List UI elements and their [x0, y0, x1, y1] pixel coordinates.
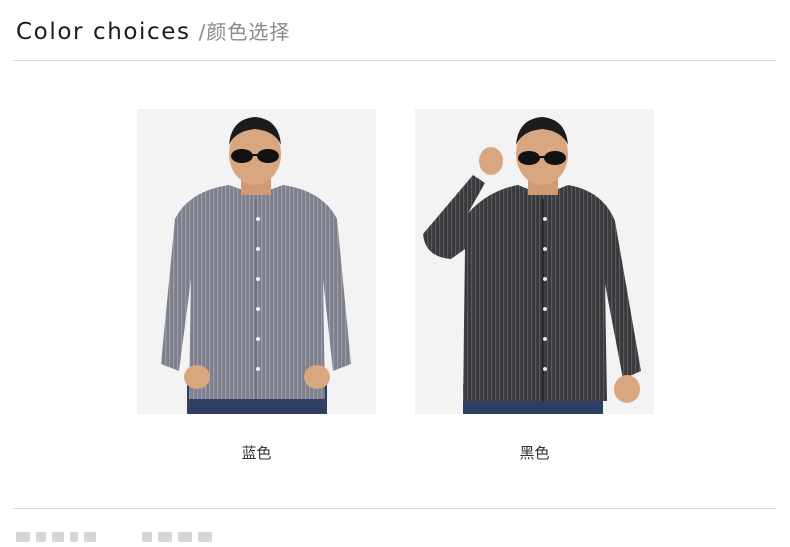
section-header: Color choices /颜色选择: [16, 16, 290, 50]
color-option-blue-image[interactable]: [137, 109, 376, 414]
color-option-black-image[interactable]: [415, 109, 654, 414]
color-option-blue-label: 蓝色: [241, 444, 272, 462]
section-title-english: Color choices: [16, 19, 191, 45]
model-photo-black: [423, 117, 641, 414]
header-divider: [13, 60, 776, 61]
shirt: [423, 175, 641, 401]
model-photo-blue: [161, 117, 351, 414]
section-divider: [13, 508, 776, 509]
section-title-chinese: /颜色选择: [198, 20, 291, 44]
next-section-header-cropped: [16, 527, 212, 547]
color-option-black-label: 黑色: [519, 444, 550, 462]
